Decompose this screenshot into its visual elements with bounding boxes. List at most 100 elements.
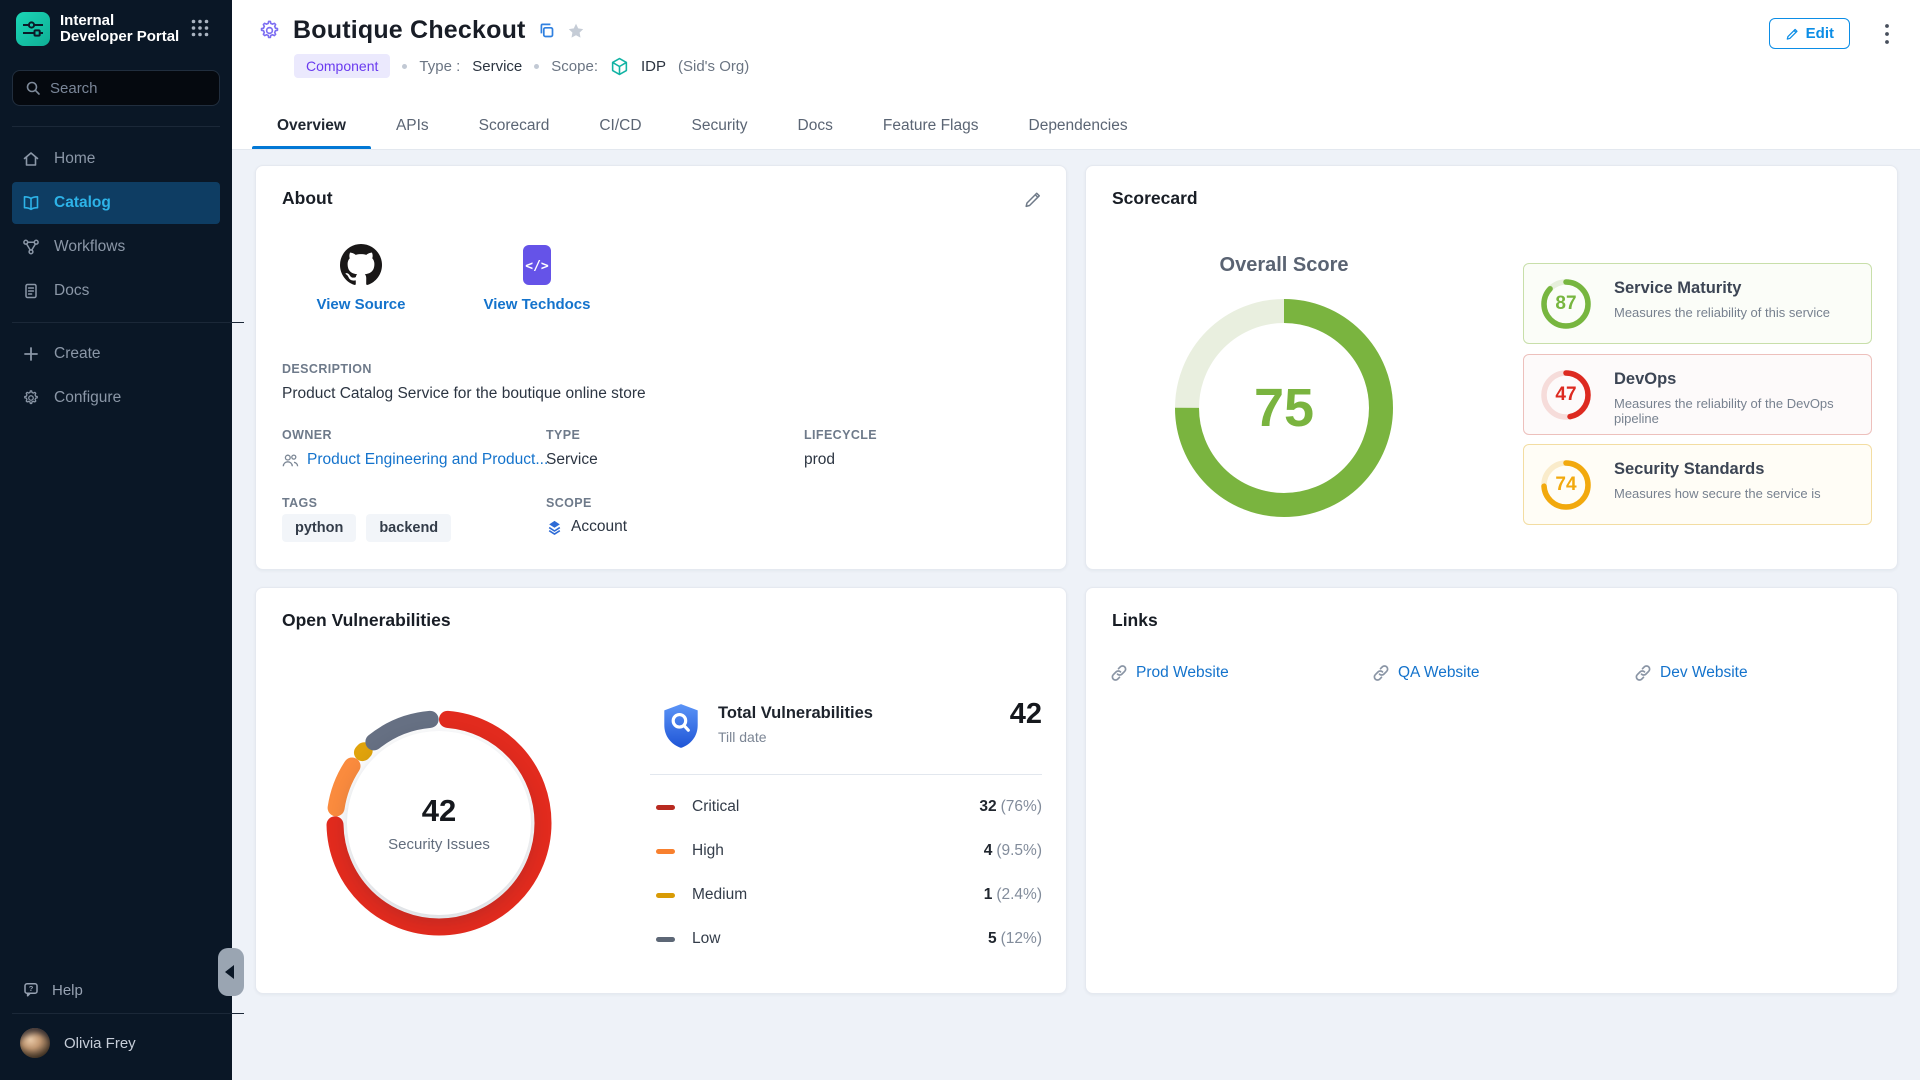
dot-separator <box>402 64 407 69</box>
people-group-icon <box>282 453 299 468</box>
type-label: Type : <box>419 58 460 75</box>
sidebar: Internal Developer Portal Home <box>0 0 232 1080</box>
severity-label: Critical <box>692 798 739 816</box>
tab-docs[interactable]: Docs <box>773 103 858 149</box>
tab-overview[interactable]: Overview <box>252 103 371 149</box>
total-vulnerabilities-subtitle: Till date <box>718 729 767 745</box>
sidebar-logo: Internal Developer Portal <box>16 12 179 46</box>
help-icon: ? <box>22 981 40 999</box>
help-label: Help <box>52 982 83 999</box>
more-options-icon[interactable] <box>1884 22 1890 49</box>
account-scope-icon <box>546 519 563 536</box>
tab-feature-flags[interactable]: Feature Flags <box>858 103 1004 149</box>
sidebar-item-docs[interactable]: Docs <box>12 270 220 312</box>
lifecycle-label: LIFECYCLE <box>804 428 877 442</box>
workflows-icon <box>22 238 40 256</box>
severity-count: 5 <box>988 930 997 947</box>
sidebar-item-workflows[interactable]: Workflows <box>12 226 220 268</box>
severity-percent: (76%) <box>1001 798 1042 815</box>
links-heading: Links <box>1112 610 1158 631</box>
score-value: 87 <box>1539 277 1593 331</box>
user-name: Olivia Frey <box>64 1035 136 1052</box>
description-label: DESCRIPTION <box>282 362 372 376</box>
severity-row-low: Low 5(12%) <box>650 919 1042 959</box>
view-source-link[interactable]: View Source <box>286 244 436 313</box>
sidebar-item-create[interactable]: Create <box>12 333 220 375</box>
divider <box>650 774 1042 775</box>
pencil-icon <box>1785 27 1799 41</box>
scorecard-item-devops[interactable]: 47 DevOps Measures the reliability of th… <box>1523 354 1872 435</box>
severity-row-medium: Medium 1(2.4%) <box>650 875 1042 915</box>
title-row: Boutique Checkout <box>258 16 585 45</box>
about-card: About View Source </> View Techdocs D <box>255 165 1067 570</box>
sidebar-collapse-handle[interactable] <box>218 948 244 996</box>
entity-gear-icon <box>258 19 281 42</box>
page-title: Boutique Checkout <box>293 16 526 45</box>
app-grid-icon[interactable] <box>190 18 210 41</box>
severity-percent: (9.5%) <box>996 842 1042 859</box>
help-button[interactable]: ? Help <box>0 967 232 1013</box>
sidebar-item-configure[interactable]: Configure <box>12 377 220 419</box>
tag-chip[interactable]: backend <box>366 514 451 542</box>
docs-icon <box>22 282 40 300</box>
search-input[interactable] <box>50 80 200 97</box>
scope-org: (Sid's Org) <box>678 58 749 75</box>
scorecard-heading: Scorecard <box>1112 188 1198 209</box>
link-qa-website[interactable]: QA Website <box>1373 664 1480 682</box>
app-root: Internal Developer Portal Home <box>0 0 1920 1080</box>
user-menu[interactable]: Olivia Frey <box>0 1014 232 1080</box>
owner-link[interactable]: Product Engineering and Product... <box>282 451 548 469</box>
type-value: Service <box>472 58 522 75</box>
tag-chip[interactable]: python <box>282 514 356 542</box>
scope-value: Account <box>546 518 627 536</box>
logo-icon <box>16 12 50 46</box>
sidebar-item-catalog[interactable]: Catalog <box>12 182 220 224</box>
chain-link-icon <box>1635 665 1651 681</box>
catalog-icon <box>22 194 40 212</box>
severity-row-high: High 4(9.5%) <box>650 831 1042 871</box>
score-value: 47 <box>1539 368 1593 422</box>
scorecard-item-title: Security Standards <box>1614 460 1764 479</box>
total-vulnerabilities-title: Total Vulnerabilities <box>718 704 873 723</box>
severity-label: Medium <box>692 886 747 904</box>
severity-percent: (12%) <box>1001 930 1042 947</box>
scope-value: IDP <box>641 58 666 75</box>
lifecycle-value: prod <box>804 451 835 469</box>
severity-count: 4 <box>984 842 993 859</box>
shield-magnifier-icon <box>660 702 702 750</box>
tab-scorecard[interactable]: Scorecard <box>454 103 575 149</box>
favorite-star-icon[interactable] <box>567 22 585 40</box>
home-icon <box>22 150 40 168</box>
logo-title: Internal Developer Portal <box>60 13 179 45</box>
about-edit-pencil-icon[interactable] <box>1023 190 1042 209</box>
severity-dash <box>656 937 675 942</box>
sidebar-item-home[interactable]: Home <box>12 138 220 180</box>
entity-meta-row: Component Type : Service Scope: IDP (Sid… <box>294 54 749 78</box>
copy-icon[interactable] <box>538 22 555 39</box>
link-dev-website[interactable]: Dev Website <box>1635 664 1748 682</box>
main-area: Boutique Checkout Component Type : Servi… <box>232 0 1920 1080</box>
search-box[interactable] <box>12 70 220 106</box>
scorecard-item-service-maturity[interactable]: 87 Service Maturity Measures the reliabi… <box>1523 263 1872 344</box>
tab-apis[interactable]: APIs <box>371 103 454 149</box>
tab-cicd[interactable]: CI/CD <box>574 103 666 149</box>
gear-icon <box>22 389 40 407</box>
severity-row-critical: Critical 32(76%) <box>650 787 1042 827</box>
scorecard-item-security-standards[interactable]: 74 Security Standards Measures how secur… <box>1523 444 1872 525</box>
edit-button[interactable]: Edit <box>1769 18 1850 49</box>
description-value: Product Catalog Service for the boutique… <box>282 385 646 403</box>
avatar <box>20 1028 50 1058</box>
tab-dependencies[interactable]: Dependencies <box>1004 103 1153 149</box>
scorecard-card: Scorecard Overall Score 75 87 Service Ma… <box>1085 165 1898 570</box>
link-prod-website[interactable]: Prod Website <box>1111 664 1229 682</box>
view-techdocs-link[interactable]: </> View Techdocs <box>462 244 612 313</box>
severity-count: 1 <box>984 886 993 903</box>
sidebar-item-label: Home <box>54 150 95 168</box>
scope-label: SCOPE <box>546 496 592 510</box>
svg-text:</>: </> <box>525 259 549 274</box>
chain-link-icon <box>1111 665 1127 681</box>
scorecard-item-title: DevOps <box>1614 370 1676 389</box>
tab-security[interactable]: Security <box>667 103 773 149</box>
sidebar-item-label: Configure <box>54 389 121 407</box>
vulnerabilities-heading: Open Vulnerabilities <box>282 610 451 631</box>
